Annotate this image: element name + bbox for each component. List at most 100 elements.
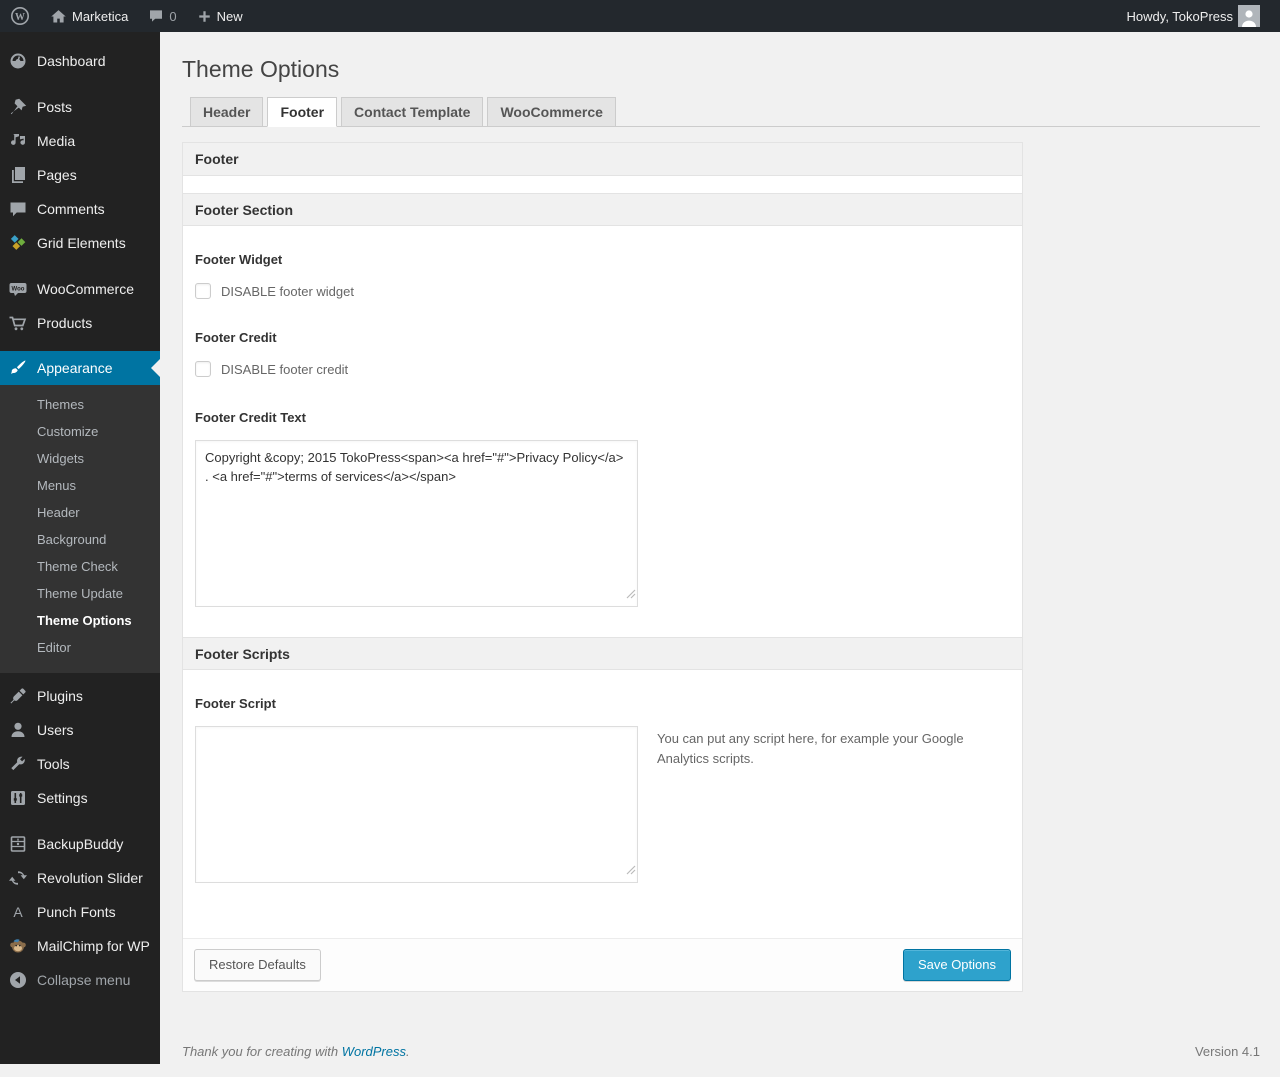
sidebar-item-label: BackupBuddy bbox=[37, 836, 124, 852]
footer-script-label: Footer Script bbox=[195, 696, 276, 711]
sidebar-item-label: Punch Fonts bbox=[37, 904, 116, 920]
sidebar-item-tools[interactable]: Tools bbox=[0, 747, 160, 781]
admin-sidebar: Dashboard Posts Media Pages Comments Gri… bbox=[0, 32, 160, 1064]
restore-defaults-button[interactable]: Restore Defaults bbox=[194, 949, 321, 982]
user-icon bbox=[8, 720, 28, 740]
svg-text:W: W bbox=[15, 12, 25, 23]
collapse-arrow-icon bbox=[8, 970, 28, 990]
plugin-icon bbox=[8, 686, 28, 706]
sidebar-item-label: Appearance bbox=[37, 360, 113, 376]
sidebar-item-label: WooCommerce bbox=[37, 281, 134, 297]
sidebar-item-appearance[interactable]: Appearance bbox=[0, 351, 160, 385]
sidebar-item-label: Plugins bbox=[37, 688, 83, 704]
sidebar-item-settings[interactable]: Settings bbox=[0, 781, 160, 815]
footer-section-body: Footer Widget DISABLE footer widget Foot… bbox=[183, 226, 1022, 637]
sidebar-item-woocommerce[interactable]: Woo WooCommerce bbox=[0, 272, 160, 306]
sidebar-item-posts[interactable]: Posts bbox=[0, 90, 160, 124]
svg-text:Woo: Woo bbox=[12, 287, 25, 293]
settings-icon bbox=[8, 788, 28, 808]
footer-credit-text-input[interactable]: Copyright &copy; 2015 TokoPress<span><a … bbox=[195, 440, 638, 607]
tab-woocommerce[interactable]: WooCommerce bbox=[487, 97, 616, 127]
footer-thanks: Thank you for creating with WordPress. bbox=[182, 1044, 410, 1059]
page-title: Theme Options bbox=[182, 56, 340, 82]
footer-credit-text-label: Footer Credit Text bbox=[195, 410, 306, 425]
admin-bar: W Marketica 0 New Howdy, TokoPress bbox=[0, 0, 1280, 32]
submenu-item-themes[interactable]: Themes bbox=[0, 391, 160, 418]
paintbrush-icon bbox=[8, 358, 28, 378]
site-name: Marketica bbox=[72, 8, 129, 24]
submenu-item-customize[interactable]: Customize bbox=[0, 418, 160, 445]
pushpin-icon bbox=[8, 97, 28, 117]
media-icon bbox=[8, 131, 28, 151]
comments-shortcut[interactable]: 0 bbox=[138, 0, 186, 32]
sidebar-item-label: Media bbox=[37, 133, 76, 149]
footer-script-input[interactable] bbox=[195, 726, 638, 883]
footer-options-panel: Footer Footer Section Footer Widget DISA… bbox=[182, 142, 1023, 993]
submenu-item-theme-options[interactable]: Theme Options bbox=[0, 607, 160, 634]
howdy-text: Howdy, TokoPress bbox=[1126, 8, 1233, 24]
footer-widget-label: Footer Widget bbox=[195, 252, 283, 267]
sidebar-item-label: Pages bbox=[37, 167, 77, 183]
sidebar-item-label: Settings bbox=[37, 790, 88, 806]
sidebar-item-label: Tools bbox=[37, 756, 70, 772]
sidebar-item-users[interactable]: Users bbox=[0, 713, 160, 747]
wordpress-link[interactable]: WordPress bbox=[342, 1044, 406, 1059]
sidebar-item-label: Revolution Slider bbox=[37, 870, 143, 886]
save-options-button[interactable]: Save Options bbox=[902, 949, 1011, 982]
sidebar-item-media[interactable]: Media bbox=[0, 124, 160, 158]
resize-grip-icon[interactable] bbox=[626, 862, 636, 880]
backup-box-icon bbox=[8, 834, 28, 854]
avatar bbox=[1238, 5, 1260, 27]
submenu-item-widgets[interactable]: Widgets bbox=[0, 445, 160, 472]
disable-footer-widget-checkbox[interactable] bbox=[195, 283, 211, 299]
sidebar-item-mailchimp[interactable]: MailChimp for WP bbox=[0, 929, 160, 963]
pages-icon bbox=[8, 165, 28, 185]
submenu-item-menus[interactable]: Menus bbox=[0, 472, 160, 499]
submenu-item-theme-check[interactable]: Theme Check bbox=[0, 553, 160, 580]
account-menu[interactable]: Howdy, TokoPress bbox=[1117, 0, 1270, 32]
cart-icon bbox=[8, 313, 28, 333]
submenu-item-header[interactable]: Header bbox=[0, 499, 160, 526]
woocommerce-icon: Woo bbox=[8, 279, 28, 299]
sidebar-item-products[interactable]: Products bbox=[0, 306, 160, 340]
disable-footer-credit-checkbox[interactable] bbox=[195, 361, 211, 377]
dashboard-icon bbox=[8, 51, 28, 71]
mailchimp-monkey-icon bbox=[8, 936, 28, 956]
sidebar-item-backupbuddy[interactable]: BackupBuddy bbox=[0, 827, 160, 861]
sidebar-item-label: Collapse menu bbox=[37, 972, 131, 988]
sidebar-item-dashboard[interactable]: Dashboard bbox=[0, 44, 160, 78]
disable-footer-widget-text[interactable]: DISABLE footer widget bbox=[221, 284, 354, 299]
sidebar-item-comments[interactable]: Comments bbox=[0, 192, 160, 226]
tab-footer[interactable]: Footer bbox=[267, 97, 338, 127]
theme-options-tabs: Header Footer Contact Template WooCommerce bbox=[182, 97, 1260, 127]
tab-header[interactable]: Header bbox=[190, 97, 264, 127]
wrench-icon bbox=[8, 754, 28, 774]
resize-grip-icon[interactable] bbox=[626, 586, 636, 604]
section-header-footer-section: Footer Section bbox=[183, 193, 1022, 226]
sidebar-item-label: MailChimp for WP bbox=[37, 938, 150, 954]
main-content: Theme Options Header Footer Contact Templa… bbox=[160, 32, 1280, 1064]
footer-script-help-text: You can put any script here, for example… bbox=[657, 731, 964, 767]
letter-a-icon: A bbox=[8, 902, 28, 922]
sidebar-item-label: Grid Elements bbox=[37, 235, 126, 251]
sidebar-item-plugins[interactable]: Plugins bbox=[0, 679, 160, 713]
submenu-item-theme-update[interactable]: Theme Update bbox=[0, 580, 160, 607]
wordpress-logo-menu[interactable]: W bbox=[0, 0, 40, 32]
disable-footer-credit-text[interactable]: DISABLE footer credit bbox=[221, 362, 348, 377]
new-content-menu[interactable]: New bbox=[187, 0, 253, 32]
submenu-item-editor[interactable]: Editor bbox=[0, 634, 160, 661]
footer-credit-label: Footer Credit bbox=[195, 330, 277, 345]
comment-count: 0 bbox=[169, 8, 177, 24]
footer-scripts-body: Footer Script You can put any script her… bbox=[183, 670, 1022, 938]
submenu-item-background[interactable]: Background bbox=[0, 526, 160, 553]
sidebar-item-grid-elements[interactable]: Grid Elements bbox=[0, 226, 160, 260]
version-text: Version 4.1 bbox=[1194, 1044, 1260, 1060]
tab-contact-template[interactable]: Contact Template bbox=[341, 97, 484, 127]
appearance-submenu: Themes Customize Widgets Menus Header Ba… bbox=[0, 385, 160, 673]
sidebar-item-collapse-menu[interactable]: Collapse menu bbox=[0, 963, 160, 997]
comments-icon bbox=[8, 199, 28, 219]
sidebar-item-punch-fonts[interactable]: A Punch Fonts bbox=[0, 895, 160, 929]
sidebar-item-revolution-slider[interactable]: Revolution Slider bbox=[0, 861, 160, 895]
site-link[interactable]: Marketica bbox=[40, 0, 138, 32]
sidebar-item-pages[interactable]: Pages bbox=[0, 158, 160, 192]
